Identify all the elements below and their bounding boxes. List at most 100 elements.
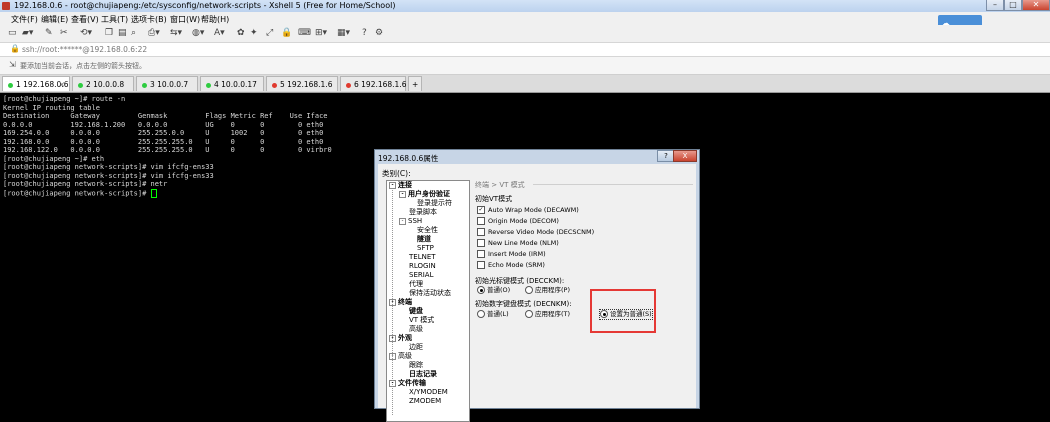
cursor-application-radio[interactable]: 应用程序(P) [525, 286, 570, 295]
add-tab-button[interactable]: + [408, 76, 422, 91]
highlight-box [590, 289, 656, 333]
tree-item-margins[interactable]: 边距 [409, 343, 423, 352]
status-dot-icon [142, 82, 147, 88]
lock-icon[interactable]: 🔒 [281, 28, 292, 38]
terminal-line: [root@chujiapeng network-scripts]# vim i… [3, 163, 214, 171]
xftp-icon[interactable]: ✿ [237, 28, 245, 38]
font-icon[interactable]: A▾ [214, 28, 225, 38]
copy-icon[interactable]: ❐ [105, 28, 113, 38]
tree-item-logging[interactable]: 日志记录 [409, 370, 437, 379]
connect-icon[interactable]: ✎ [45, 28, 53, 38]
menu-tabs[interactable]: 选项卡(B) [131, 14, 167, 25]
origin-mode-checkbox[interactable]: Origin Mode (DECOM) [477, 217, 559, 226]
tree-item-login-prompts[interactable]: 登录提示符 [417, 199, 452, 208]
menu-window[interactable]: 窗口(W) [170, 14, 200, 25]
keyboard-icon[interactable]: ⌨ [298, 28, 311, 38]
tree-item-serial[interactable]: SERIAL [409, 271, 433, 280]
status-dot-icon [346, 82, 351, 88]
tree-item-keep-alive[interactable]: 保持活动状态 [409, 289, 451, 298]
tree-item-rlogin[interactable]: RLOGIN [409, 262, 436, 271]
keypad-normal-radio[interactable]: 普通(L) [477, 310, 509, 319]
tree-item-security[interactable]: 安全性 [417, 226, 438, 235]
tree-item-terminal-advanced[interactable]: 高级 [409, 325, 423, 334]
fullscreen-icon[interactable]: ⤢ [266, 28, 273, 38]
layout-icon[interactable]: ⊞▾ [315, 28, 327, 38]
find-icon[interactable]: ⌕ [131, 28, 136, 38]
toolbar: ▭ ▰▾ ✎ ✂ ⟲▾ ❐ ▤ ⌕ ⎙▾ ⇆▾ ◍▾ A▾ ✿ ✦ ⤢ 🔒 ⌨ … [0, 25, 1050, 43]
transfer-icon[interactable]: ⇆▾ [170, 28, 182, 38]
tree-item-advanced[interactable]: - 高级 [389, 352, 412, 361]
echo-mode-checkbox[interactable]: Echo Mode (SRM) [477, 261, 545, 270]
menu-help[interactable]: 帮助(H) [201, 14, 229, 25]
tree-item-telnet[interactable]: TELNET [409, 253, 436, 262]
category-tree[interactable]: - 连接 - 用户身份验证 登录提示符 登录脚本 - SSH 安全性 隧道 SFTP … [386, 180, 470, 422]
tab-session-6[interactable]: 6 192.168.1.6 [340, 76, 406, 91]
terminal-line: 169.254.0.0 0.0.0.0 255.255.0.0 U 1002 0… [3, 129, 324, 137]
tree-item-vt-modes[interactable]: VT 模式 [409, 316, 434, 325]
tab-session-2[interactable]: 2 10.0.0.8 [72, 76, 134, 91]
tree-item-tunneling[interactable]: 隧道 [417, 235, 431, 244]
tree-item-ssh[interactable]: - SSH [399, 217, 422, 226]
keypad-application-radio[interactable]: 应用程序(T) [525, 310, 570, 319]
maximize-button[interactable]: □ [1004, 0, 1022, 11]
tab-session-3[interactable]: 3 10.0.0.7 [136, 76, 198, 91]
tree-item-terminal[interactable]: - 终端 [389, 298, 412, 307]
help-icon[interactable]: ? [362, 28, 367, 38]
tree-item-appearance[interactable]: - 外观 [389, 334, 412, 343]
dialog-close-button[interactable]: X [673, 150, 697, 162]
menu-tools[interactable]: 工具(T) [101, 14, 128, 25]
tree-item-keyboard[interactable]: 键盘 [409, 307, 423, 316]
tree-item-user-auth[interactable]: - 用户身份验证 [399, 190, 450, 199]
cursor-normal-radio[interactable]: 普通(O) [477, 286, 510, 295]
initial-vt-mode-label: 初始VT模式 [475, 195, 513, 203]
tile-icon[interactable]: ▦▾ [337, 28, 350, 38]
tree-item-connection[interactable]: - 连接 [389, 181, 412, 190]
tree-item-trace[interactable]: 跟踪 [409, 361, 423, 370]
arrow-icon[interactable]: ⇲ [9, 60, 16, 69]
close-window-button[interactable]: ✕ [1022, 0, 1050, 11]
insert-mode-checkbox[interactable]: Insert Mode (IRM) [477, 250, 546, 259]
auto-wrap-checkbox[interactable]: ✓ Auto Wrap Mode (DECAWM) [477, 206, 579, 215]
dialog-body: 类别(C): - 连接 - 用户身份验证 登录提示符 登录脚本 - SSH 安全性 隧… [378, 164, 696, 422]
tree-item-file-transfer[interactable]: - 文件传输 [389, 379, 426, 388]
disconnect-icon[interactable]: ✂ [60, 28, 68, 38]
address-bar[interactable]: 🔒 ssh://root:******@192.168.0.6:22 [0, 43, 1050, 57]
tree-item-sftp[interactable]: SFTP [417, 244, 434, 253]
print-icon[interactable]: ⎙▾ [148, 28, 160, 38]
script-icon[interactable]: ✦ [250, 28, 258, 38]
terminal-line: Kernel IP routing table [3, 103, 100, 112]
new-line-mode-checkbox[interactable]: New Line Mode (NLM) [477, 239, 559, 248]
session-tab-bar: 1 192.168.0.6 × 2 10.0.0.8 3 10.0.0.7 4 1… [0, 75, 1050, 93]
session-hint-text: 要添加当前会话，点击左侧的箭头按钮。 [20, 62, 146, 70]
tab-label: 2 10.0.0.8 [86, 80, 125, 89]
tree-item-proxy[interactable]: 代理 [409, 280, 423, 289]
tab-session-1[interactable]: 1 192.168.0.6 × [2, 76, 70, 91]
terminal-line: 192.168.122.0 0.0.0.0 255.255.255.0 U 0 … [3, 146, 332, 154]
globe-icon[interactable]: ◍▾ [192, 28, 204, 38]
tab-label: 3 10.0.0.7 [150, 80, 189, 89]
session-properties-dialog: 192.168.0.6属性 ? X 类别(C): - 连接 - 用户身份验证 登录提… [374, 149, 700, 422]
tree-item-xymodem[interactable]: X/YMODEM [409, 388, 448, 397]
terminal-cursor [150, 188, 157, 198]
paste-icon[interactable]: ▤ [118, 28, 127, 38]
options-icon[interactable]: ⚙ [375, 28, 383, 38]
terminal-line: Destination Gateway Genmask Flags Metric… [3, 112, 328, 120]
menu-edit[interactable]: 编辑(E) [41, 14, 68, 25]
tab-session-5[interactable]: 5 192.168.1.6 [266, 76, 338, 91]
close-tab-icon[interactable]: × [59, 77, 65, 92]
reverse-video-checkbox[interactable]: Reverse Video Mode (DECSCNM) [477, 228, 594, 237]
open-folder-icon[interactable]: ▰▾ [22, 28, 33, 38]
terminal-line: [root@chujiapeng ~]# route -n [3, 95, 126, 103]
reconnect-icon[interactable]: ⟲▾ [80, 28, 92, 38]
keypad-mode-label: 初始数字键盘模式 (DECNKM): [475, 300, 572, 308]
tree-item-zmodem[interactable]: ZMODEM [409, 397, 441, 406]
minimize-button[interactable]: – [986, 0, 1004, 11]
menu-view[interactable]: 查看(V) [71, 14, 99, 25]
status-dot-icon [206, 82, 211, 88]
tab-session-4[interactable]: 4 10.0.0.17 [200, 76, 264, 91]
terminal-line: 192.168.0.0 0.0.0.0 255.255.255.0 U 0 0 … [3, 137, 324, 146]
new-session-icon[interactable]: ▭ [8, 28, 17, 38]
menu-file[interactable]: 文件(F) [11, 14, 38, 25]
tree-item-login-script[interactable]: 登录脚本 [409, 208, 437, 217]
xshell-app-icon [2, 2, 10, 10]
